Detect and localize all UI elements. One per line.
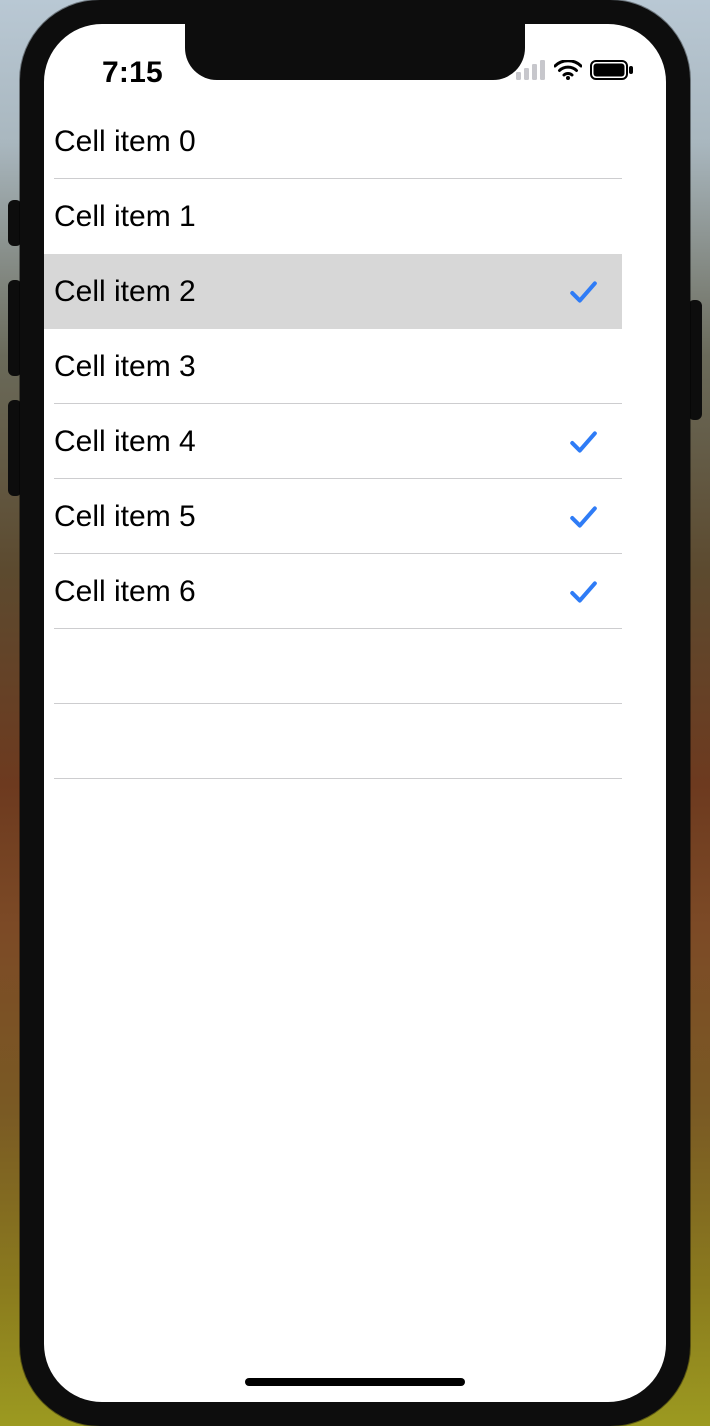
- status-indicators: [516, 56, 634, 84]
- checkmark-icon: [568, 577, 598, 607]
- cell-label: Cell item 0: [54, 125, 196, 159]
- cell-label: Cell item 6: [54, 575, 196, 609]
- cell-label: Cell item 4: [54, 425, 196, 459]
- checkmark-icon: [568, 277, 598, 307]
- checkmark-icon: [568, 502, 598, 532]
- cell-label: Cell item 3: [54, 350, 196, 384]
- checkmark-icon: [568, 427, 598, 457]
- status-time: 7:15: [102, 56, 163, 90]
- notch: [185, 24, 525, 80]
- table-row[interactable]: Cell item 6: [44, 554, 622, 629]
- empty-row: [44, 704, 622, 779]
- cell-label: Cell item 1: [54, 200, 196, 234]
- device-frame: 7:15: [20, 0, 690, 1426]
- table-row[interactable]: Cell item 2: [44, 254, 622, 329]
- cell-label: Cell item 5: [54, 500, 196, 534]
- table-row[interactable]: Cell item 5: [44, 479, 622, 554]
- cell-label: Cell item 2: [54, 275, 196, 309]
- screen: 7:15: [44, 24, 666, 1402]
- table-row[interactable]: Cell item 0: [44, 104, 622, 179]
- empty-row: [44, 629, 622, 704]
- table-row[interactable]: Cell item 3: [44, 329, 622, 404]
- battery-icon: [590, 60, 634, 80]
- table-row[interactable]: Cell item 1: [44, 179, 622, 254]
- wifi-icon: [554, 60, 582, 80]
- separator: [54, 778, 622, 779]
- home-indicator[interactable]: [245, 1378, 465, 1386]
- table-row[interactable]: Cell item 4: [44, 404, 622, 479]
- power-button: [688, 300, 702, 420]
- table-view[interactable]: Cell item 0 Cell item 1 Cell item 2 Cell it…: [44, 104, 622, 1402]
